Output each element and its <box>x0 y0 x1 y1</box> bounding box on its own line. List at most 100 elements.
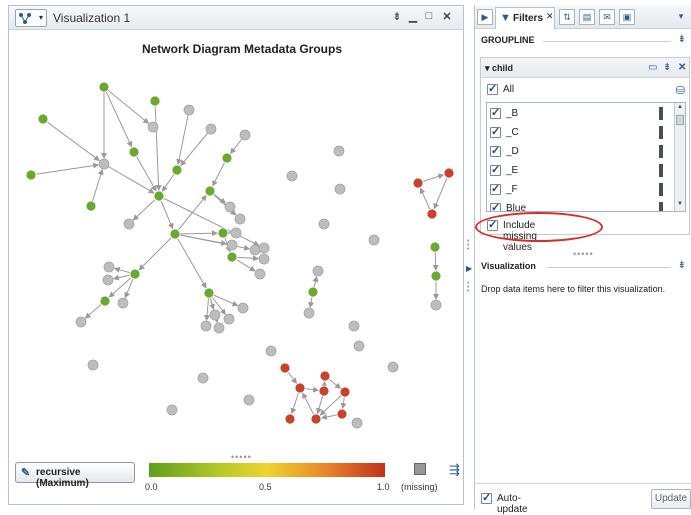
update-button[interactable]: Update <box>651 489 691 509</box>
network-node[interactable] <box>279 362 291 374</box>
network-node[interactable] <box>209 309 221 321</box>
network-node[interactable] <box>226 251 238 263</box>
list-item[interactable]: _F <box>487 180 675 199</box>
network-node[interactable] <box>230 227 242 239</box>
list-item[interactable]: Blue <box>487 199 675 211</box>
groupline-section-header[interactable]: GROUPLINE ⇟ <box>481 34 686 51</box>
network-node[interactable] <box>203 287 215 299</box>
network-node[interactable] <box>103 261 115 273</box>
network-node[interactable] <box>334 183 346 195</box>
scroll-up-icon[interactable]: ▲ <box>676 104 684 113</box>
network-node[interactable] <box>213 322 225 334</box>
network-node[interactable] <box>318 385 330 397</box>
section-splitter-handle[interactable]: ••••• <box>573 249 594 259</box>
network-node[interactable] <box>303 307 315 319</box>
network-node[interactable] <box>85 200 97 212</box>
item-checkbox[interactable] <box>490 163 501 176</box>
network-node[interactable] <box>217 227 229 239</box>
network-node[interactable] <box>224 201 236 213</box>
network-node[interactable] <box>234 213 246 225</box>
network-node[interactable] <box>336 408 348 420</box>
network-node[interactable] <box>123 218 135 230</box>
panel-menu-icon[interactable]: ⇟ <box>390 10 404 23</box>
tab-overflow-icon[interactable]: ▾ <box>673 9 689 25</box>
network-node[interactable] <box>197 372 209 384</box>
network-node[interactable] <box>286 170 298 182</box>
network-node[interactable] <box>128 146 140 158</box>
properties-tab-icon[interactable]: ▤ <box>579 9 595 25</box>
network-node[interactable] <box>319 370 331 382</box>
network-node[interactable] <box>75 316 87 328</box>
network-node[interactable] <box>258 253 270 265</box>
network-node[interactable] <box>147 121 159 133</box>
network-node[interactable] <box>412 177 424 189</box>
auto-update-checkbox[interactable] <box>481 491 492 504</box>
item-checkbox[interactable] <box>490 125 501 138</box>
all-checkbox[interactable] <box>487 82 498 95</box>
network-node[interactable] <box>200 320 212 332</box>
network-node[interactable] <box>339 386 351 398</box>
list-item[interactable]: _D <box>487 142 675 161</box>
network-node[interactable] <box>310 413 322 425</box>
network-node[interactable] <box>237 302 249 314</box>
network-node[interactable] <box>25 169 37 181</box>
close-icon[interactable]: ✕ <box>440 10 454 23</box>
legend-options-icon[interactable]: ⇶ <box>449 462 460 478</box>
data-tab-icon[interactable]: ▶ <box>477 9 493 25</box>
network-node[interactable] <box>254 268 266 280</box>
visualization-section-header[interactable]: Visualization ⇟ <box>481 260 686 277</box>
scroll-down-icon[interactable]: ▼ <box>676 201 684 210</box>
network-node[interactable] <box>443 167 455 179</box>
list-item[interactable]: _E <box>487 161 675 180</box>
network-node[interactable] <box>353 340 365 352</box>
item-checkbox[interactable] <box>490 201 501 211</box>
network-node[interactable] <box>102 274 114 286</box>
network-node[interactable] <box>333 145 345 157</box>
item-checkbox[interactable] <box>490 106 501 119</box>
comments-tab-icon[interactable]: ✉ <box>599 9 615 25</box>
network-node[interactable] <box>153 190 165 202</box>
maximize-icon[interactable]: □ <box>422 10 436 22</box>
network-node[interactable] <box>221 152 233 164</box>
network-node[interactable] <box>87 359 99 371</box>
network-node[interactable] <box>204 185 216 197</box>
network-node[interactable] <box>318 218 330 230</box>
item-checkbox[interactable] <box>490 144 501 157</box>
restore-icon[interactable]: ▭ <box>648 62 657 73</box>
network-node[interactable] <box>226 239 238 251</box>
network-node[interactable] <box>265 345 277 357</box>
close-tab-icon[interactable]: ✕ <box>546 11 554 22</box>
network-node[interactable] <box>348 320 360 332</box>
minimize-icon[interactable]: ▁ <box>406 10 420 23</box>
network-node[interactable] <box>249 244 261 256</box>
scroll-thumb[interactable] <box>676 115 684 125</box>
network-node[interactable] <box>429 241 441 253</box>
network-node[interactable] <box>98 81 110 93</box>
network-node[interactable] <box>37 113 49 125</box>
network-node[interactable] <box>223 313 235 325</box>
network-node[interactable] <box>426 208 438 220</box>
network-node[interactable] <box>243 394 255 406</box>
network-node[interactable] <box>129 268 141 280</box>
network-node[interactable] <box>183 104 195 116</box>
panel-splitter[interactable]: • • • ▶ • • • <box>465 238 473 300</box>
network-node[interactable] <box>368 234 380 246</box>
visualization-type-button[interactable]: ▾ <box>15 9 47 27</box>
child-filter-title[interactable]: ▾ child <box>485 63 513 74</box>
search-binoculars-icon[interactable]: ⛁ <box>676 84 685 97</box>
item-checkbox[interactable] <box>490 182 501 195</box>
splitter-handle[interactable]: ••••• <box>231 452 252 462</box>
network-node[interactable] <box>205 123 217 135</box>
section-menu-icon[interactable]: ⇟ <box>678 260 686 271</box>
network-node[interactable] <box>117 297 129 309</box>
list-item[interactable]: _C <box>487 123 675 142</box>
display-tab-icon[interactable]: ▣ <box>619 9 635 25</box>
network-node[interactable] <box>99 295 111 307</box>
close-icon[interactable]: ✕ <box>678 62 686 73</box>
network-node[interactable] <box>149 95 161 107</box>
network-node[interactable] <box>98 158 110 170</box>
list-scrollbar[interactable]: ▲ ▼ <box>674 103 685 211</box>
network-node[interactable] <box>166 404 178 416</box>
network-node[interactable] <box>430 299 442 311</box>
section-menu-icon[interactable]: ⇟ <box>678 34 686 45</box>
